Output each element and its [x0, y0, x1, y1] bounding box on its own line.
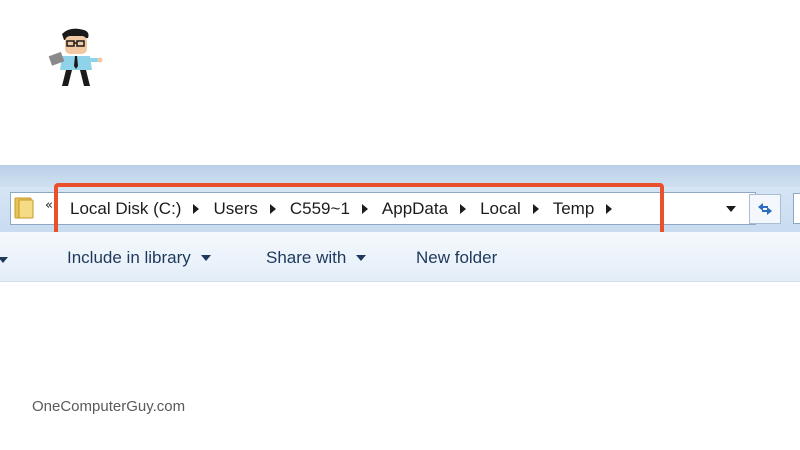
watermark-text: OneComputerGuy.com: [32, 398, 186, 415]
chevron-down-icon: [726, 205, 736, 212]
onecomputerguy-logo: [48, 28, 103, 86]
search-box-edge[interactable]: [793, 193, 800, 224]
refresh-icon: [758, 203, 772, 215]
chevron-down-icon: [356, 255, 367, 261]
new-folder-button[interactable]: New folder: [416, 248, 497, 268]
include-in-library-button[interactable]: Include in library: [67, 248, 211, 268]
new-folder-label: New folder: [416, 248, 498, 267]
share-with-label: Share with: [266, 248, 347, 267]
share-with-button[interactable]: Share with: [266, 248, 367, 268]
highlight-box: [54, 183, 664, 236]
address-history-dropdown-button[interactable]: [718, 194, 744, 223]
chevron-down-icon: [200, 255, 211, 261]
refresh-button[interactable]: [749, 194, 781, 224]
folder-icon: [14, 197, 34, 219]
breadcrumb-overflow-chevron[interactable]: «: [45, 198, 53, 213]
include-in-library-label: Include in library: [67, 248, 191, 267]
organize-dropdown-caret-icon[interactable]: [0, 257, 8, 263]
